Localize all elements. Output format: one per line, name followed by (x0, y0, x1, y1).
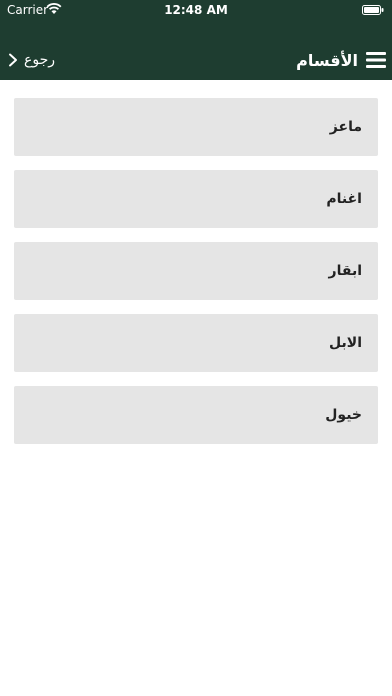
category-item-goats[interactable]: ماعز (14, 98, 378, 156)
page-title: الأقسام (296, 50, 358, 70)
category-item-camels[interactable]: الابل (14, 314, 378, 372)
navigation-bar: رجوع الأقسام (0, 40, 392, 80)
back-button[interactable]: رجوع (8, 49, 55, 71)
category-item-sheep[interactable]: اغنام (14, 170, 378, 228)
category-label: اغنام (326, 191, 362, 207)
back-label: رجوع (24, 52, 56, 68)
title-group: الأقسام (296, 48, 386, 72)
category-label: ماعز (329, 119, 362, 135)
category-item-cows[interactable]: ابقار (14, 242, 378, 300)
status-time: 12:48 AM (164, 3, 228, 17)
category-label: الابل (329, 335, 362, 351)
chevron-right-icon (9, 53, 17, 67)
hamburger-menu-icon[interactable] (366, 51, 386, 69)
category-label: خيول (325, 407, 362, 423)
app-header: Carrier 12:48 AM رجوع الأقسام (0, 0, 392, 80)
category-label: ابقار (328, 263, 362, 279)
status-bar: Carrier 12:48 AM (0, 0, 392, 20)
category-list: ماعز اغنام ابقار الابل خيول (14, 98, 378, 458)
category-item-horses[interactable]: خيول (14, 386, 378, 444)
battery-icon (362, 5, 384, 15)
